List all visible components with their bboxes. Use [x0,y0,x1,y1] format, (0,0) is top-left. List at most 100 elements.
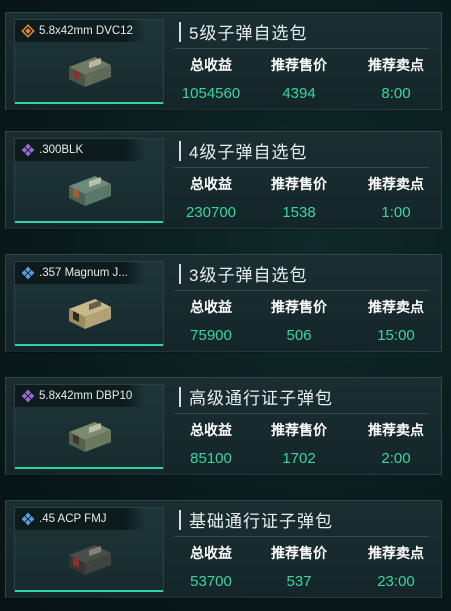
income-value: 1054560 [181,85,241,102]
time-header: 推荐卖点 [368,176,424,192]
ammo-name: .300BLK [39,144,84,156]
price-value: 1702 [282,450,316,467]
price-header: 推荐售价 [271,545,327,561]
divider [174,536,429,537]
ammo-box-icon [69,422,111,452]
time-header: 推荐卖点 [368,299,424,315]
title-marker [179,21,181,42]
orange-diamond-icon [21,24,35,38]
pack-title: 5级子弹自选包 [179,19,307,44]
income-value: 85100 [190,450,232,467]
time-value: 2:00 [381,450,411,467]
ammo-thumbnail[interactable]: .300BLK [14,138,164,223]
pack-title: 3级子弹自选包 [179,261,307,286]
title-marker [179,386,181,407]
divider [174,48,429,49]
blue-diamond-icon [21,512,35,526]
time-column: 推荐卖点 23:00 [356,543,436,590]
ammo-label-chip: .357 Magnum J... [15,262,145,284]
ammo-card[interactable]: .45 ACP FMJ 基础通行证子弹包 总收益 53700 推荐售价 537 … [5,500,442,599]
price-value: 506 [286,327,312,344]
time-value: 23:00 [377,573,415,590]
thumbnail-accent-bar [15,590,163,592]
income-column: 总收益 75900 [171,297,251,344]
income-column: 总收益 1054560 [171,55,251,102]
ammo-thumbnail[interactable]: 5.8x42mm DBP10 [14,384,164,469]
income-value: 75900 [190,327,232,344]
ammo-label-chip: .300BLK [15,139,145,161]
ammo-name: .45 ACP FMJ [39,513,107,525]
time-header: 推荐卖点 [368,57,424,73]
ammo-name: 5.8x42mm DBP10 [39,390,133,402]
pack-title: 基础通行证子弹包 [179,507,333,532]
income-header: 总收益 [190,176,232,192]
divider [174,290,429,291]
income-column: 总收益 85100 [171,420,251,467]
income-header: 总收益 [190,299,232,315]
title-marker [179,509,181,530]
income-header: 总收益 [190,545,232,561]
divider [174,167,429,168]
ammo-card[interactable]: 5.8x42mm DBP10 高级通行证子弹包 总收益 85100 推荐售价 1… [5,377,442,476]
ammo-card[interactable]: 5.8x42mm DVC12 5级子弹自选包 总收益 1054560 推荐售价 … [5,12,442,111]
ammo-name: .357 Magnum J... [39,267,128,279]
pack-title-text: 4级子弹自选包 [189,143,308,162]
price-column: 推荐售价 1702 [259,420,339,467]
ammo-box-icon [69,57,111,87]
time-column: 推荐卖点 2:00 [356,420,436,467]
ammo-label-chip: 5.8x42mm DVC12 [15,20,145,42]
price-column: 推荐售价 537 [259,543,339,590]
thumbnail-accent-bar [15,221,163,223]
time-column: 推荐卖点 1:00 [356,174,436,221]
thumbnail-accent-bar [15,102,163,104]
ammo-box-icon [69,545,111,575]
price-header: 推荐售价 [271,57,327,73]
ammo-name: 5.8x42mm DVC12 [39,25,133,37]
time-column: 推荐卖点 8:00 [356,55,436,102]
divider [174,413,429,414]
income-header: 总收益 [190,422,232,438]
price-value: 537 [286,573,312,590]
time-value: 1:00 [381,204,411,221]
pack-title-text: 高级通行证子弹包 [189,389,333,408]
income-column: 总收益 53700 [171,543,251,590]
thumbnail-accent-bar [15,467,163,469]
price-column: 推荐售价 4394 [259,55,339,102]
blue-diamond-icon [21,266,35,280]
thumbnail-accent-bar [15,344,163,346]
ammo-label-chip: 5.8x42mm DBP10 [15,385,145,407]
ammo-label-chip: .45 ACP FMJ [15,508,145,530]
purple-diamond-icon [21,389,35,403]
ammo-box-icon [69,299,111,329]
ammo-thumbnail[interactable]: 5.8x42mm DVC12 [14,19,164,104]
time-header: 推荐卖点 [368,422,424,438]
ammo-thumbnail[interactable]: .357 Magnum J... [14,261,164,346]
price-value: 4394 [282,85,316,102]
ammo-card[interactable]: .357 Magnum J... 3级子弹自选包 总收益 75900 推荐售价 … [5,254,442,353]
pack-title-text: 3级子弹自选包 [189,266,308,285]
income-value: 230700 [185,204,237,221]
purple-diamond-icon [21,143,35,157]
time-column: 推荐卖点 15:00 [356,297,436,344]
price-value: 1538 [282,204,316,221]
time-value: 15:00 [377,327,415,344]
price-header: 推荐售价 [271,422,327,438]
income-value: 53700 [190,573,232,590]
time-header: 推荐卖点 [368,545,424,561]
ammo-card[interactable]: .300BLK 4级子弹自选包 总收益 230700 推荐售价 1538 推荐卖… [5,131,442,230]
income-column: 总收益 230700 [171,174,251,221]
ammo-thumbnail[interactable]: .45 ACP FMJ [14,507,164,592]
price-column: 推荐售价 1538 [259,174,339,221]
time-value: 8:00 [381,85,411,102]
price-header: 推荐售价 [271,299,327,315]
price-header: 推荐售价 [271,176,327,192]
title-marker [179,263,181,284]
title-marker [179,140,181,161]
income-header: 总收益 [190,57,232,73]
pack-title-text: 5级子弹自选包 [189,24,308,43]
pack-title: 高级通行证子弹包 [179,384,333,409]
pack-title: 4级子弹自选包 [179,138,307,163]
price-column: 推荐售价 506 [259,297,339,344]
pack-title-text: 基础通行证子弹包 [189,512,333,531]
ammo-box-icon [69,176,111,206]
